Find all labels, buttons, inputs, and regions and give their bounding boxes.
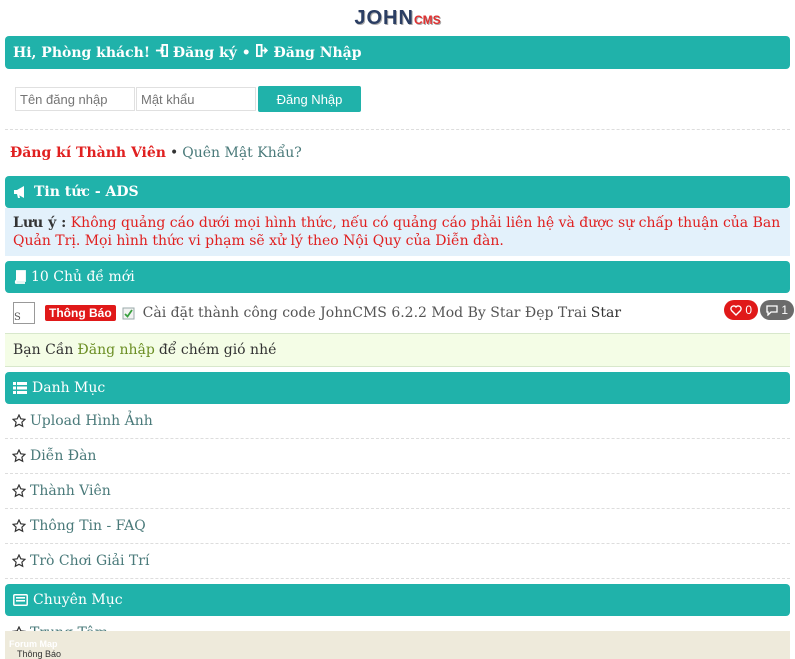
latest-topics-title: 10 Chủ đề mới [31,269,135,285]
comments-badge[interactable]: 1 [760,300,794,320]
star-icon [12,554,26,568]
sign-out-icon [255,44,269,57]
topic-badge: Thông Báo [45,305,116,321]
list-icon [13,382,27,394]
topic-title[interactable]: Cài đặt thành công code JohnCMS 6.2.2 Mo… [143,305,587,321]
chat-box: Bạn Cần Đăng nhập để chém gió nhé [5,333,790,367]
book-icon [13,270,26,284]
category-item[interactable]: Trò Chơi Giải Trí [5,544,790,579]
notice-text: Không quảng cáo dưới mọi hình thức, nếu … [13,215,781,249]
star-icon [12,449,26,463]
card-icon [13,594,28,606]
username-input[interactable] [15,87,135,111]
category-item[interactable]: Upload Hình Ảnh [5,404,790,439]
category-item[interactable]: Thành Viên [5,474,790,509]
comment-icon [766,304,778,316]
sections-title: Chuyên Mục [33,592,123,608]
login-form: Đăng Nhập [5,69,790,130]
greeting: Hi, Phòng khách! [13,44,150,61]
likes-badge[interactable]: 0 [724,300,758,320]
category-item[interactable]: Thông Tin - FAQ [5,509,790,544]
login-button[interactable]: Đăng Nhập [258,86,361,112]
chat-login-link[interactable]: Đăng nhập [77,342,154,358]
check-icon [122,307,135,320]
categories-header: Danh Mục [5,372,790,404]
star-icon [12,484,26,498]
news-notice: Lưu ý : Không quảng cáo dưới mọi hình th… [5,208,790,256]
footer-line-2[interactable]: Thông Báo [17,649,61,659]
star-icon [12,414,26,428]
login-link[interactable]: Đăng Nhập [255,44,362,61]
forgot-password-link[interactable]: Quên Mật Khẩu? [182,145,302,161]
topic-author[interactable]: Star [591,305,621,321]
user-bar: Hi, Phòng khách! Đăng ký • Đăng Nhập [5,36,790,69]
site-logo[interactable]: JOHNCMS [0,0,795,36]
categories-title: Danh Mục [32,380,106,396]
password-input[interactable] [136,87,256,111]
register-link[interactable]: Đăng ký [155,44,237,61]
logo-suffix: CMS [413,12,441,27]
footer-line-1: Forum Map [9,639,58,649]
comments-count: 1 [781,303,788,317]
chat-prefix: Bạn Cần [13,342,74,358]
heart-icon [730,304,743,316]
chat-suffix: để chém gió nhé [158,342,277,358]
logo-main: JOHN [354,6,414,29]
topic-thumbnail: S [13,302,35,324]
latest-topics-header: 10 Chủ đề mới [5,261,790,293]
category-label: Thông Tin - FAQ [30,518,146,534]
links-separator: • [169,145,179,161]
sections-header: Chuyên Mục [5,584,790,616]
footer-box: Forum Map Thông Báo [5,631,790,659]
category-label: Diễn Đàn [30,448,97,464]
category-label: Trò Chơi Giải Trí [30,553,150,569]
header-separator: • [241,44,251,61]
news-title: Tin tức - ADS [34,184,139,200]
account-links: Đăng kí Thành Viên • Quên Mật Khẩu? [0,130,795,176]
category-label: Thành Viên [30,483,111,499]
category-item[interactable]: Diễn Đàn [5,439,790,474]
news-header: Tin tức - ADS [5,176,790,208]
register-member-link[interactable]: Đăng kí Thành Viên [10,145,166,161]
sign-in-icon [155,44,168,57]
star-icon [12,519,26,533]
notice-label: Lưu ý : [13,215,67,231]
megaphone-icon [13,185,29,199]
topic-row[interactable]: S Thông Báo Cài đặt thành công code John… [5,293,794,333]
category-label: Upload Hình Ảnh [30,413,153,429]
likes-count: 0 [745,303,752,317]
